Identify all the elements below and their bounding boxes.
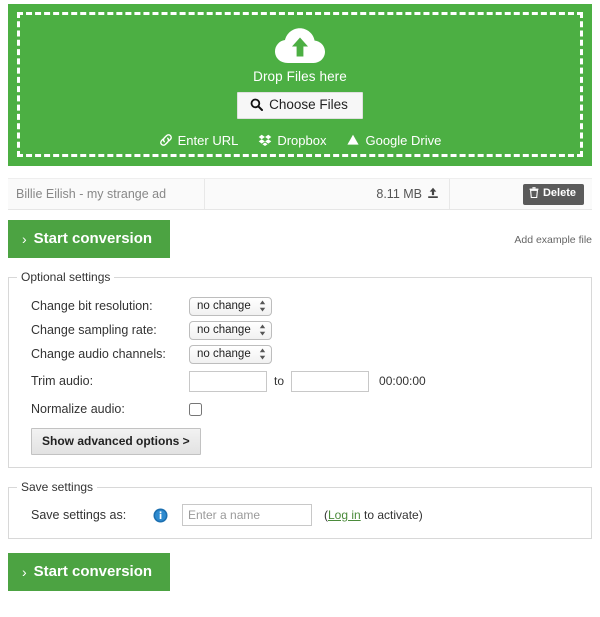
file-name: Billie Eilish - my strange ad (8, 179, 205, 209)
save-settings-row: Save settings as: (Log in to activate) (9, 502, 591, 528)
bit-resolution-select[interactable]: no change (189, 297, 272, 316)
start-conversion-label: Start conversion (34, 564, 152, 579)
cloud-upload-icon (274, 27, 326, 65)
google-drive-label: Google Drive (365, 133, 441, 148)
info-icon[interactable] (153, 508, 168, 523)
chevron-right-icon: › (22, 565, 27, 579)
file-dropzone[interactable]: Drop Files here Choose Files Enter URL (8, 4, 592, 166)
upload-icon (427, 187, 439, 202)
normalize-audio-row: Normalize audio: (9, 396, 591, 422)
google-drive-icon (346, 133, 360, 147)
enter-url-label: Enter URL (178, 133, 239, 148)
search-icon (250, 98, 263, 111)
audio-channels-row: Change audio channels: no change (9, 342, 591, 366)
bit-resolution-row: Change bit resolution: no change (9, 294, 591, 318)
trim-from-input[interactable] (189, 371, 267, 392)
audio-channels-select[interactable]: no change (189, 345, 272, 364)
uploaded-file-row: Billie Eilish - my strange ad 8.11 MB De… (8, 178, 592, 210)
bit-resolution-label: Change bit resolution: (31, 299, 189, 313)
save-settings-panel: Save settings Save settings as: (Log in … (8, 480, 592, 539)
sampling-rate-label: Change sampling rate: (31, 323, 189, 337)
trim-duration-display: 00:00:00 (379, 374, 426, 388)
delete-label: Delete (543, 188, 576, 199)
save-settings-legend: Save settings (17, 480, 97, 494)
trim-to-word: to (274, 374, 284, 388)
choose-files-label: Choose Files (269, 98, 348, 112)
normalize-audio-checkbox[interactable] (189, 403, 202, 416)
trim-audio-label: Trim audio: (31, 374, 189, 388)
google-drive-link[interactable]: Google Drive (346, 133, 441, 148)
file-actions: Delete (450, 179, 592, 209)
start-conversion-button-top[interactable]: › Start conversion (8, 220, 170, 258)
dropbox-icon (258, 133, 272, 147)
dropbox-link[interactable]: Dropbox (258, 133, 326, 148)
convert-area-top: › Start conversion Add example file (8, 220, 592, 258)
show-advanced-options-button[interactable]: Show advanced options > (31, 428, 201, 455)
delete-button[interactable]: Delete (523, 184, 584, 205)
dropbox-label: Dropbox (277, 133, 326, 148)
link-icon (159, 133, 173, 147)
chevron-right-icon: › (22, 232, 27, 246)
file-size-cell: 8.11 MB (205, 179, 450, 209)
sampling-rate-row: Change sampling rate: no change (9, 318, 591, 342)
audio-channels-label: Change audio channels: (31, 347, 189, 361)
service-links: Enter URL Dropbox (159, 133, 442, 148)
choose-files-button[interactable]: Choose Files (237, 92, 363, 119)
sampling-rate-select[interactable]: no change (189, 321, 272, 340)
login-note: (Log in to activate) (324, 508, 423, 522)
save-settings-name-input[interactable] (182, 504, 312, 526)
convert-area-bottom: › Start conversion (8, 553, 592, 591)
enter-url-link[interactable]: Enter URL (159, 133, 239, 148)
file-size-label: 8.11 MB (376, 187, 422, 201)
start-conversion-button-bottom[interactable]: › Start conversion (8, 553, 170, 591)
sampling-rate-select-wrap: no change (189, 321, 272, 340)
trim-audio-row: Trim audio: to 00:00:00 (9, 366, 591, 396)
dropzone-dashed-border: Drop Files here Choose Files Enter URL (17, 12, 583, 157)
save-settings-label: Save settings as: (31, 508, 153, 522)
audio-channels-select-wrap: no change (189, 345, 272, 364)
dropzone-label: Drop Files here (253, 69, 347, 84)
start-conversion-label: Start conversion (34, 231, 152, 246)
optional-settings-legend: Optional settings (17, 270, 114, 284)
optional-settings-panel: Optional settings Change bit resolution:… (8, 270, 592, 468)
login-note-rest: to activate) (361, 508, 423, 522)
trim-to-input[interactable] (291, 371, 369, 392)
trash-icon (529, 187, 539, 201)
add-example-file-link[interactable]: Add example file (514, 234, 592, 246)
bit-resolution-select-wrap: no change (189, 297, 272, 316)
normalize-audio-label: Normalize audio: (31, 402, 189, 416)
log-in-link[interactable]: Log in (328, 508, 361, 522)
